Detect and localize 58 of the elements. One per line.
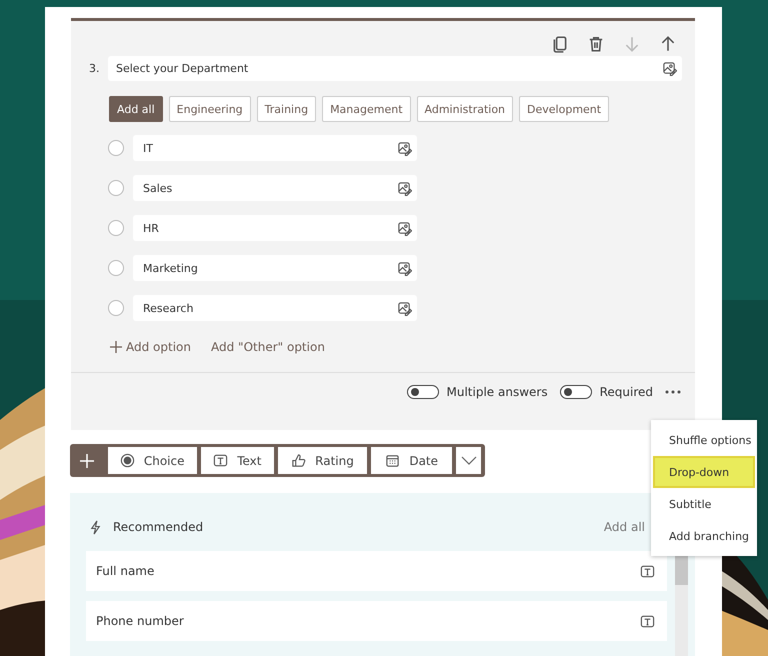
image-edit-icon[interactable] [397,220,412,236]
radio-button[interactable] [108,260,124,276]
image-edit-icon[interactable] [662,61,677,76]
image-edit-icon[interactable] [397,180,412,196]
plus-icon [110,341,122,353]
lightning-icon [88,520,103,534]
more-options-icon[interactable] [665,389,681,395]
radio-button[interactable] [108,300,124,316]
plus-icon [80,454,94,468]
recommended-question[interactable]: Phone number [86,601,667,641]
copy-icon[interactable] [551,35,569,53]
option-field[interactable]: Marketing [133,255,417,281]
question-type-button[interactable]: Date [371,447,452,474]
option-field[interactable]: Sales [133,175,417,201]
scrollbar-thumb[interactable] [675,555,688,585]
toggle-label: Multiple answers [446,385,548,399]
add-other-option-button[interactable]: Add "Other" option [211,340,325,354]
radio-button[interactable] [108,140,124,156]
menu-item[interactable]: Drop-down [653,456,755,488]
question-type-button[interactable]: Rating [278,447,368,474]
suggestion-chip[interactable]: Engineering [168,96,251,122]
text-icon [640,614,655,628]
question-type-button[interactable]: Text [200,447,274,474]
toggle-switch[interactable] [406,385,438,399]
add-all-button[interactable]: Add all [109,96,163,122]
option-field[interactable]: Research [133,295,417,321]
expand-button[interactable] [456,447,481,474]
thumbs-up-icon [291,453,306,468]
delete-icon[interactable] [587,35,605,53]
image-edit-icon[interactable] [397,260,412,276]
image-edit-icon[interactable] [397,140,412,156]
question-type-button[interactable]: Choice [108,447,197,474]
menu-item[interactable]: Shuffle options [653,424,755,456]
radio-button[interactable] [108,180,124,196]
menu-item[interactable]: Subtitle [653,488,755,520]
add-option-button[interactable]: Add option [110,340,191,354]
recommended-question[interactable]: Full name [86,551,667,591]
option-field[interactable]: HR [133,215,417,241]
option-field[interactable]: IT [133,135,417,161]
suggestion-chip[interactable]: Training [256,96,316,122]
add-all-link[interactable]: Add all [604,520,645,534]
radio-icon [120,453,135,468]
text-icon [640,564,655,578]
radio-button[interactable] [108,220,124,236]
question-title-field[interactable]: Select your Department [108,56,682,81]
suggestion-chip[interactable]: Administration [416,96,514,122]
section-title: Recommended [113,520,204,534]
arrow-up-icon[interactable] [659,35,677,53]
question-number: 3. [89,62,100,75]
image-edit-icon[interactable] [397,300,412,316]
toggle-label: Required [600,385,653,399]
toggle-switch[interactable] [560,385,592,399]
suggestion-chip[interactable]: Management [322,96,411,122]
caret-icon [460,456,477,466]
suggestion-chip[interactable]: Development [519,96,610,122]
calendar-icon [385,453,400,468]
text-icon [213,453,228,468]
menu-item[interactable]: Add branching [653,520,755,552]
